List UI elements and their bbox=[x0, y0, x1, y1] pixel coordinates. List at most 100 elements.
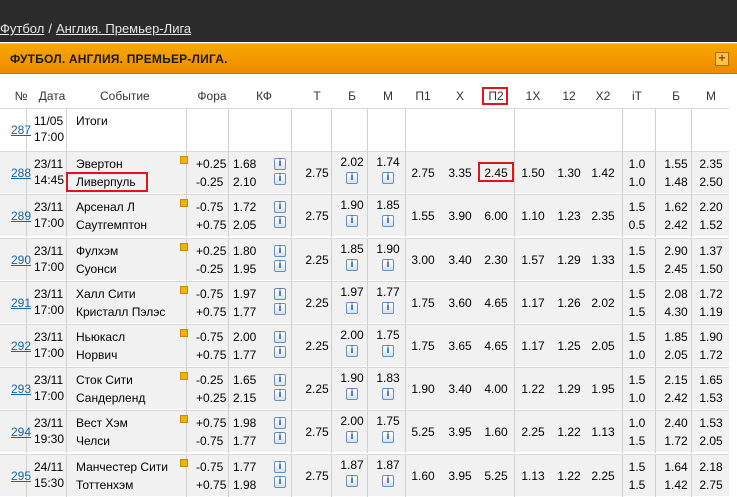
odd-x1[interactable]: 2.25 bbox=[518, 425, 548, 439]
info-icon[interactable]: i bbox=[274, 173, 286, 185]
odd-p2[interactable]: 6.00 bbox=[481, 209, 511, 223]
odd-p1[interactable]: 5.25 bbox=[408, 425, 438, 439]
info-icon[interactable]: i bbox=[346, 431, 358, 443]
odd-x[interactable]: 3.35 bbox=[445, 166, 475, 180]
event-number-link[interactable]: 290 bbox=[11, 253, 31, 267]
odd-x2[interactable]: 1.95 bbox=[588, 382, 618, 396]
odd-x1[interactable]: 1.22 bbox=[518, 382, 548, 396]
odd-x2[interactable]: 1.33 bbox=[588, 253, 618, 267]
total-under-odd[interactable]: 1.74 bbox=[372, 155, 404, 169]
ind-under-away[interactable]: 1.50 bbox=[695, 260, 727, 278]
stats-chart-icon[interactable] bbox=[180, 199, 188, 207]
odd-x12[interactable]: 1.30 bbox=[554, 166, 584, 180]
info-icon[interactable]: i bbox=[382, 172, 394, 184]
team-away[interactable]: Сандерленд bbox=[76, 389, 186, 407]
odd-x1[interactable]: 1.13 bbox=[518, 469, 548, 483]
ind-over-home[interactable]: 2.90 bbox=[661, 242, 691, 260]
ind-over-home[interactable]: 1.55 bbox=[661, 155, 691, 173]
odd-p2[interactable]: 2.30 bbox=[481, 253, 511, 267]
stats-chart-icon[interactable] bbox=[180, 372, 188, 380]
odd-x12[interactable]: 1.22 bbox=[554, 425, 584, 439]
odd-x[interactable]: 3.60 bbox=[445, 296, 475, 310]
stats-chart-icon[interactable] bbox=[180, 329, 188, 337]
event-number-link[interactable]: 292 bbox=[11, 339, 31, 353]
total-over-odd[interactable]: 1.97 bbox=[336, 285, 368, 299]
info-icon[interactable]: i bbox=[274, 432, 286, 444]
total-under-odd[interactable]: 1.75 bbox=[372, 328, 404, 342]
event-number-link[interactable]: 289 bbox=[11, 209, 31, 223]
handicap-odd-home[interactable]: 2.00 bbox=[233, 328, 265, 346]
odd-x2[interactable]: 2.05 bbox=[588, 339, 618, 353]
total-under-odd[interactable]: 1.87 bbox=[372, 458, 404, 472]
info-icon[interactable]: i bbox=[274, 245, 286, 257]
team-home[interactable]: Манчестер Сити bbox=[76, 458, 186, 476]
odd-p1[interactable]: 3.00 bbox=[408, 253, 438, 267]
team-away[interactable]: Суонси bbox=[76, 260, 186, 278]
info-icon[interactable]: i bbox=[274, 158, 286, 170]
odd-x[interactable]: 3.65 bbox=[445, 339, 475, 353]
ind-over-away[interactable]: 1.72 bbox=[661, 432, 691, 450]
ind-over-away[interactable]: 1.48 bbox=[661, 173, 691, 191]
breadcrumb-football-link[interactable]: Футбол bbox=[0, 21, 44, 36]
team-home[interactable]: Итоги bbox=[76, 112, 186, 130]
event-number-link[interactable]: 287 bbox=[11, 123, 31, 137]
odd-x1[interactable]: 1.57 bbox=[518, 253, 548, 267]
ind-over-away[interactable]: 2.05 bbox=[661, 346, 691, 364]
info-icon[interactable]: i bbox=[274, 331, 286, 343]
info-icon[interactable]: i bbox=[382, 388, 394, 400]
odd-x2[interactable]: 2.35 bbox=[588, 209, 618, 223]
total-over-odd[interactable]: 1.85 bbox=[336, 242, 368, 256]
odd-x12[interactable]: 1.25 bbox=[554, 339, 584, 353]
odd-x12[interactable]: 1.22 bbox=[554, 469, 584, 483]
odd-p2[interactable]: 5.25 bbox=[481, 469, 511, 483]
info-icon[interactable]: i bbox=[274, 417, 286, 429]
info-icon[interactable]: i bbox=[382, 215, 394, 227]
total-over-odd[interactable]: 1.87 bbox=[336, 458, 368, 472]
info-icon[interactable]: i bbox=[346, 345, 358, 357]
info-icon[interactable]: i bbox=[274, 461, 286, 473]
stats-chart-icon[interactable] bbox=[180, 156, 188, 164]
ind-over-away[interactable]: 1.42 bbox=[661, 476, 691, 494]
info-icon[interactable]: i bbox=[346, 259, 358, 271]
stats-chart-icon[interactable] bbox=[180, 415, 188, 423]
ind-under-away[interactable]: 1.19 bbox=[695, 303, 727, 321]
handicap-odd-home[interactable]: 1.68 bbox=[233, 155, 265, 173]
ind-over-home[interactable]: 1.62 bbox=[661, 198, 691, 216]
total-over-odd[interactable]: 2.02 bbox=[336, 155, 368, 169]
odd-x1[interactable]: 1.17 bbox=[518, 296, 548, 310]
ind-over-away[interactable]: 2.42 bbox=[661, 216, 691, 234]
odd-p1[interactable]: 2.75 bbox=[408, 166, 438, 180]
odd-p1[interactable]: 1.75 bbox=[408, 339, 438, 353]
ind-over-away[interactable]: 2.45 bbox=[661, 260, 691, 278]
event-number-link[interactable]: 288 bbox=[11, 166, 31, 180]
odd-x2[interactable]: 2.02 bbox=[588, 296, 618, 310]
odd-p2[interactable]: 4.65 bbox=[481, 339, 511, 353]
info-icon[interactable]: i bbox=[274, 346, 286, 358]
handicap-odd-home[interactable]: 1.98 bbox=[233, 414, 265, 432]
team-home[interactable]: Сток Сити bbox=[76, 371, 186, 389]
handicap-odd-away[interactable]: 1.98 bbox=[233, 476, 265, 494]
ind-over-home[interactable]: 2.40 bbox=[661, 414, 691, 432]
handicap-odd-home[interactable]: 1.65 bbox=[233, 371, 265, 389]
event-number-link[interactable]: 294 bbox=[11, 425, 31, 439]
info-icon[interactable]: i bbox=[382, 431, 394, 443]
handicap-odd-away[interactable]: 1.77 bbox=[233, 432, 265, 450]
team-home[interactable]: Эвертон bbox=[76, 155, 186, 173]
ind-over-away[interactable]: 2.42 bbox=[661, 389, 691, 407]
team-home[interactable]: Арсенал Л bbox=[76, 198, 186, 216]
odd-x2[interactable]: 1.42 bbox=[588, 166, 618, 180]
odd-p2[interactable]: 4.65 bbox=[481, 296, 511, 310]
ind-under-away[interactable]: 1.52 bbox=[695, 216, 727, 234]
event-number-link[interactable]: 291 bbox=[11, 296, 31, 310]
ind-under-away[interactable]: 1.53 bbox=[695, 389, 727, 407]
odd-x1[interactable]: 1.17 bbox=[518, 339, 548, 353]
odd-p2[interactable]: 1.60 bbox=[481, 425, 511, 439]
total-under-odd[interactable]: 1.77 bbox=[372, 285, 404, 299]
event-number-link[interactable]: 293 bbox=[11, 382, 31, 396]
ind-under-home[interactable]: 2.35 bbox=[695, 155, 727, 173]
odd-x[interactable]: 3.95 bbox=[445, 469, 475, 483]
team-away[interactable]: Норвич bbox=[76, 346, 186, 364]
ind-under-away[interactable]: 1.72 bbox=[695, 346, 727, 364]
info-icon[interactable]: i bbox=[274, 476, 286, 488]
stats-chart-icon[interactable] bbox=[180, 459, 188, 467]
